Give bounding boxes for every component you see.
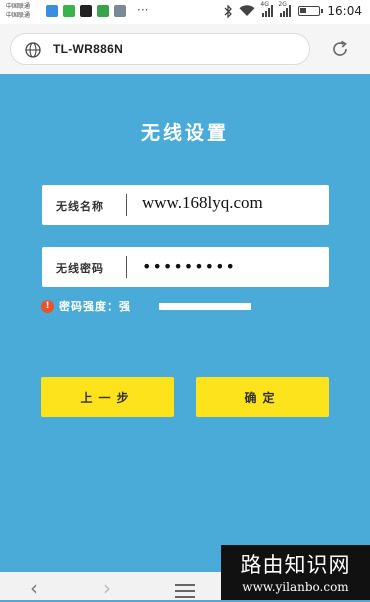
password-input[interactable]: •••••••••	[142, 257, 322, 276]
field-divider	[126, 256, 127, 278]
ssid-input[interactable]: www.168lyq.com	[142, 193, 322, 213]
address-bar[interactable]: TL-WR886N	[10, 33, 310, 65]
password-label: 无线密码	[56, 262, 104, 275]
watermark: 路由知识网 www.yilanbo.com	[221, 545, 370, 600]
page-title: 无线设置	[140, 122, 229, 144]
image-icon	[114, 5, 126, 17]
signal-2g-label: 2G	[278, 1, 287, 8]
message-icon	[97, 5, 109, 17]
globe-icon	[25, 42, 41, 58]
notification-icon	[46, 5, 58, 17]
carrier-label-1: 中国联通	[6, 3, 31, 10]
back-button[interactable]: ‹	[30, 576, 38, 600]
reload-icon[interactable]	[329, 38, 351, 60]
password-strength-bar	[159, 303, 251, 310]
forward-button[interactable]: ›	[103, 576, 111, 600]
status-bar: 中国联通 中国联通 ··· 4G 2G 16:04	[0, 0, 370, 24]
password-field[interactable]: 无线密码 •••••••••	[42, 247, 329, 287]
qq-icon	[80, 5, 92, 17]
bluetooth-icon	[224, 4, 233, 18]
battery-fill	[300, 8, 307, 13]
watermark-url: www.yilanbo.com	[242, 580, 349, 594]
url-text[interactable]: TL-WR886N	[53, 42, 123, 56]
status-right: 4G 2G 16:04	[224, 1, 362, 18]
wechat-icon	[63, 5, 75, 17]
field-divider	[126, 194, 127, 216]
confirm-button[interactable]: 确定	[196, 377, 329, 417]
previous-step-button[interactable]: 上一步	[41, 377, 174, 417]
carrier-label-2: 中国联通	[6, 12, 31, 19]
wifi-icon	[239, 5, 255, 16]
ssid-label: 无线名称	[56, 200, 104, 213]
ssid-field[interactable]: 无线名称 www.168lyq.com	[42, 185, 329, 225]
password-strength: ! 密码强度：强	[41, 298, 131, 314]
warning-icon: !	[41, 299, 54, 313]
password-strength-label: 密码强度：强	[59, 300, 131, 313]
carrier-info: 中国联通 中国联通	[6, 2, 30, 20]
clock: 16:04	[327, 4, 362, 18]
battery-icon	[298, 6, 324, 16]
notification-icons	[46, 5, 126, 17]
signal-4g-icon: 4G	[260, 1, 274, 17]
menu-icon[interactable]	[175, 584, 195, 602]
signal-2g-icon: 2G	[278, 1, 292, 17]
signal-4g-label: 4G	[260, 1, 269, 8]
browser-toolbar: TL-WR886N	[0, 24, 370, 74]
more-notifications-indicator: ···	[137, 3, 149, 17]
watermark-title: 路由知识网	[240, 553, 351, 577]
